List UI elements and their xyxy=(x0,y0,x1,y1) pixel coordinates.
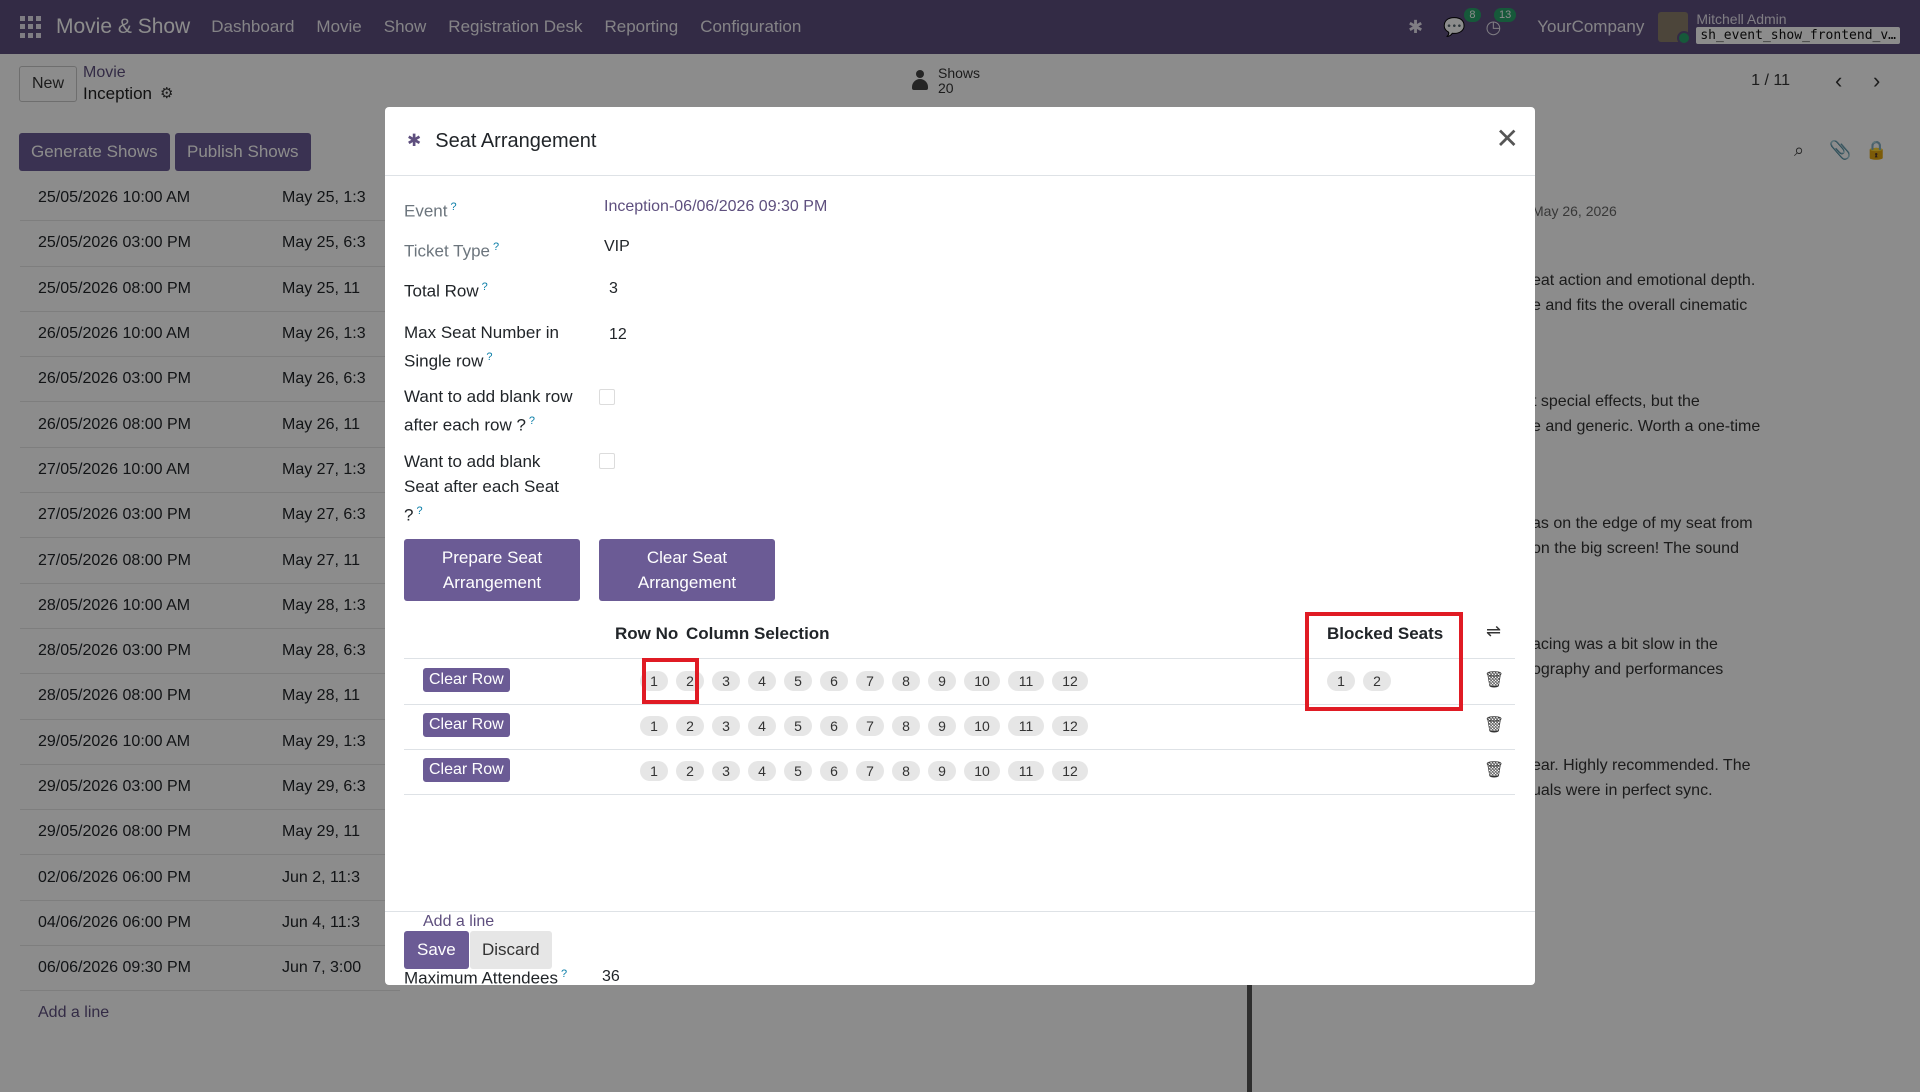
bug-icon: ✱ xyxy=(407,131,422,150)
row-divider xyxy=(404,794,1515,795)
seat-tag[interactable]: 11 xyxy=(1008,761,1044,781)
seat-tag[interactable]: 11 xyxy=(1008,716,1044,736)
discard-button[interactable]: Discard xyxy=(470,931,552,969)
seat-tag[interactable]: 5 xyxy=(784,761,812,781)
event-value[interactable]: Inception-06/06/2026 09:30 PM xyxy=(604,198,827,216)
seat-tag[interactable]: 8 xyxy=(892,716,920,736)
seat-tag[interactable]: 7 xyxy=(856,761,884,781)
trash-icon[interactable]: 🗑 xyxy=(1484,760,1504,780)
blank-row-checkbox[interactable] xyxy=(599,389,615,405)
event-label: Event? xyxy=(404,201,457,221)
seat-tag[interactable]: 2 xyxy=(676,761,704,781)
seat-tag[interactable]: 9 xyxy=(928,761,956,781)
seat-tag[interactable]: 12 xyxy=(1052,716,1088,736)
seat-tag[interactable]: 10 xyxy=(964,761,1000,781)
seat-tag[interactable]: 8 xyxy=(892,671,920,691)
seat-tag[interactable]: 4 xyxy=(748,716,776,736)
column-selection-tags: 1 2 3 4 5 6 7 8 9 10 11 12 xyxy=(640,761,1096,781)
seat-tag[interactable]: 3 xyxy=(712,761,740,781)
seat-tag[interactable]: 7 xyxy=(856,716,884,736)
seat-tag[interactable]: 9 xyxy=(928,671,956,691)
column-header-row-no[interactable]: Row No xyxy=(615,624,678,644)
clear-seat-arrangement-button[interactable]: Clear Seat Arrangement xyxy=(599,539,775,601)
column-settings-icon[interactable]: ⇌ xyxy=(1486,621,1501,642)
column-header-column-selection[interactable]: Column Selection xyxy=(686,624,830,644)
seat-tag[interactable]: 11 xyxy=(1008,671,1044,691)
max-seat-label: Max Seat Number in Single row? xyxy=(404,323,559,371)
trash-icon[interactable]: 🗑 xyxy=(1484,715,1504,735)
save-button[interactable]: Save xyxy=(404,931,469,969)
seat-tag[interactable]: 4 xyxy=(748,761,776,781)
seat-tag[interactable]: 7 xyxy=(856,671,884,691)
row-divider xyxy=(404,749,1515,750)
blank-seat-checkbox[interactable] xyxy=(599,453,615,469)
row-no-highlight xyxy=(642,658,699,704)
total-row-input[interactable]: 3 xyxy=(609,280,618,298)
seat-tag[interactable]: 6 xyxy=(820,716,848,736)
seat-tag[interactable]: 4 xyxy=(748,671,776,691)
seat-tag[interactable]: 8 xyxy=(892,761,920,781)
blank-row-label: Want to add blank row after each row ?? xyxy=(404,387,573,435)
column-selection-tags: 1 2 3 4 5 6 7 8 9 10 11 12 xyxy=(640,716,1096,736)
seat-arrangement-dialog: ✱ Seat Arrangement ✕ Event? Inception-06… xyxy=(385,107,1535,988)
seat-tag[interactable]: 3 xyxy=(712,716,740,736)
seat-tag[interactable]: 10 xyxy=(964,671,1000,691)
dialog-title: Seat Arrangement xyxy=(435,129,597,152)
seat-tag[interactable]: 1 xyxy=(640,761,668,781)
trash-icon[interactable]: 🗑 xyxy=(1484,670,1504,690)
seat-tag[interactable]: 9 xyxy=(928,716,956,736)
blank-seat-label: Want to add blank Seat after each Seat?? xyxy=(404,452,559,525)
ticket-type-value: VIP xyxy=(604,238,630,255)
clear-row-button[interactable]: Clear Row xyxy=(423,713,510,737)
seat-tag[interactable]: 2 xyxy=(676,716,704,736)
clear-row-button[interactable]: Clear Row xyxy=(423,668,510,692)
seat-tag[interactable]: 6 xyxy=(820,671,848,691)
seat-tag[interactable]: 1 xyxy=(640,716,668,736)
ticket-type-label: Ticket Type? xyxy=(404,241,500,261)
seat-tag[interactable]: 12 xyxy=(1052,671,1088,691)
column-selection-tags: 1 2 3 4 5 6 7 8 9 10 11 12 xyxy=(640,671,1096,691)
prepare-seat-arrangement-button[interactable]: Prepare Seat Arrangement xyxy=(404,539,580,601)
seat-tag[interactable]: 3 xyxy=(712,671,740,691)
blocked-seats-highlight xyxy=(1305,612,1463,711)
max-seat-input[interactable]: 12 xyxy=(609,326,627,344)
clear-row-button[interactable]: Clear Row xyxy=(423,758,510,782)
total-row-label: Total Row? xyxy=(404,281,488,301)
dialog-footer: Save Discard xyxy=(385,911,1535,985)
close-icon[interactable]: ✕ xyxy=(1496,125,1519,153)
seat-tag[interactable]: 5 xyxy=(784,671,812,691)
seat-tag[interactable]: 10 xyxy=(964,716,1000,736)
seat-tag[interactable]: 12 xyxy=(1052,761,1088,781)
seat-tag[interactable]: 5 xyxy=(784,716,812,736)
seat-tag[interactable]: 6 xyxy=(820,761,848,781)
dialog-header: ✱ Seat Arrangement ✕ xyxy=(385,107,1535,176)
